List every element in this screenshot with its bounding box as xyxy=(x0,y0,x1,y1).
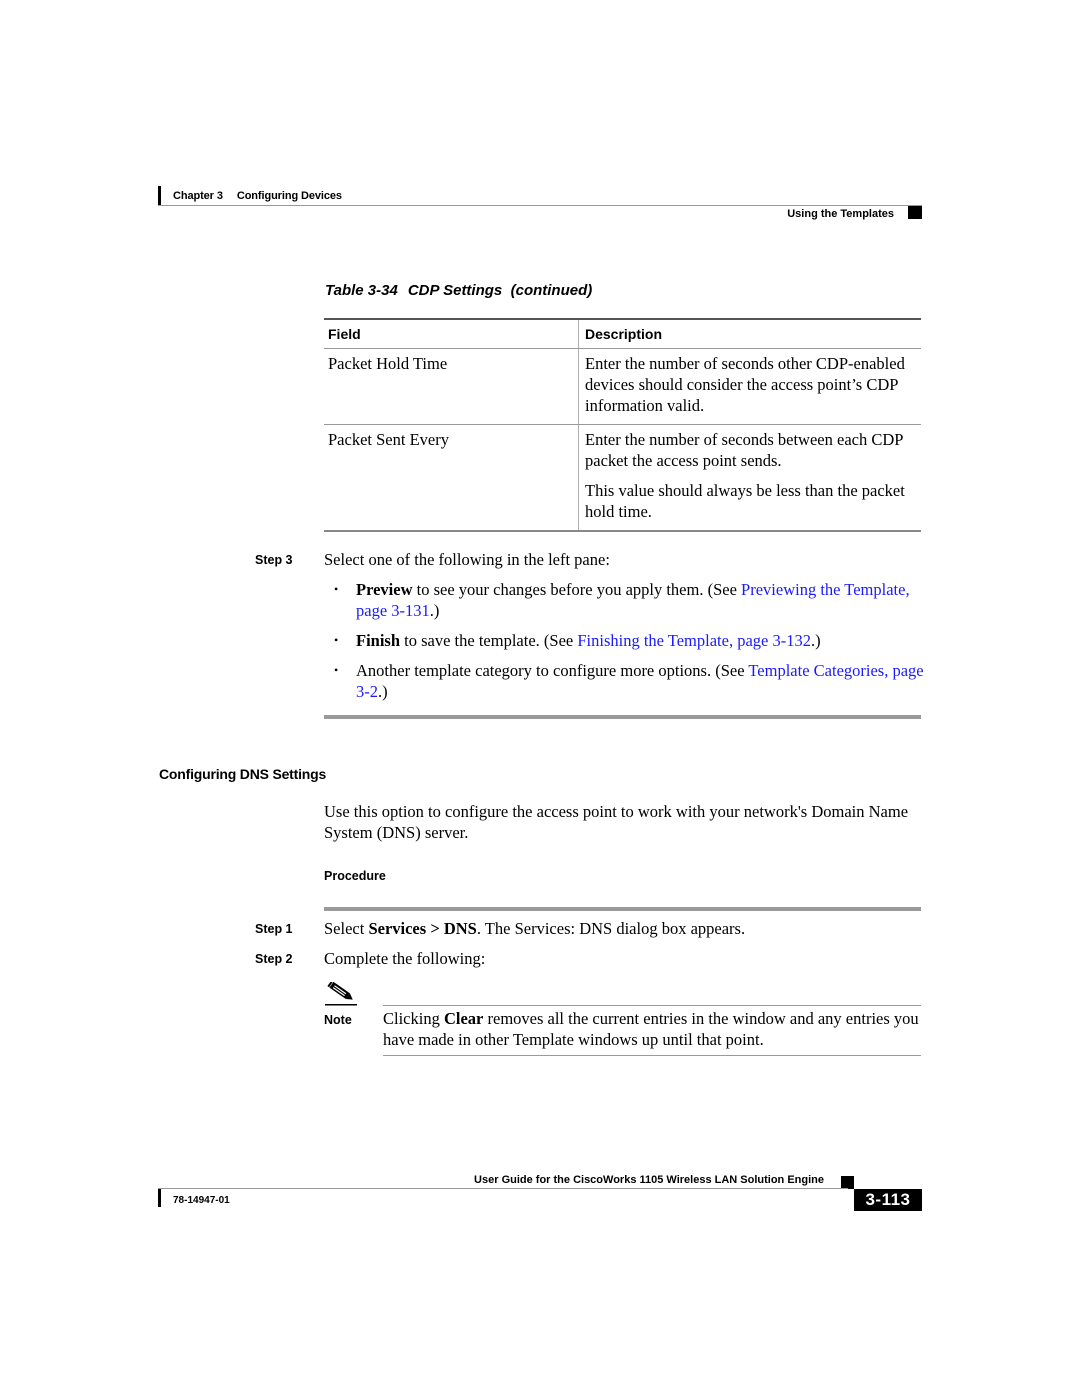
chapter-title: Configuring Devices xyxy=(236,190,342,202)
header-bar xyxy=(158,186,161,205)
guide-title: User Guide for the CiscoWorks 1105 Wirel… xyxy=(474,1174,824,1186)
footer-bar xyxy=(158,1189,161,1207)
chapter-label: Chapter 3 xyxy=(173,190,223,202)
note-label: Note xyxy=(324,1013,352,1027)
step-1-label: Step 1 xyxy=(255,922,293,936)
table-header-row: Field Description xyxy=(324,318,921,349)
menu-dns: DNS xyxy=(443,919,477,938)
step-3-label: Step 3 xyxy=(255,553,293,567)
menu-separator: > xyxy=(426,919,444,938)
step-2-text: Complete the following: xyxy=(324,949,486,968)
option-another-category: • Another template category to configure… xyxy=(334,660,924,702)
pencil-note-icon xyxy=(325,982,357,1006)
clear-keyword: Clear xyxy=(443,1009,484,1028)
step-2-label: Step 2 xyxy=(255,952,293,966)
bullet-icon: • xyxy=(334,633,339,647)
description-cell: Enter the number of seconds other CDP-en… xyxy=(578,348,921,425)
description-paragraph: Enter the number of seconds other CDP-en… xyxy=(585,354,905,415)
note-text-part: Clicking xyxy=(383,1009,444,1028)
description-cell: Enter the number of seconds between each… xyxy=(578,424,921,532)
option-keyword: Finish xyxy=(356,631,401,650)
header-marker xyxy=(908,206,922,219)
bullet-icon: • xyxy=(334,663,339,677)
option-finish: • Finish to save the template. (See Fini… xyxy=(334,630,924,651)
option-keyword: Preview xyxy=(356,580,413,599)
procedure-heading: Procedure xyxy=(324,869,386,883)
option-text-end: .) xyxy=(378,682,388,701)
chapter-heading: Chapter 3 Configuring Devices xyxy=(173,190,342,202)
field-cell: Packet Hold Time xyxy=(324,348,579,425)
table-title: CDP Settings (continued) xyxy=(407,282,593,299)
table-number: Table 3-34 xyxy=(325,282,398,299)
step-1-text: Select Services > DNS. The Services: DNS… xyxy=(324,918,745,939)
option-text-end: .) xyxy=(810,631,821,650)
note-text: Clicking Clear removes all the current e… xyxy=(383,1008,923,1050)
section-title: Using the Templates xyxy=(787,208,894,220)
table-row: Packet Hold Time Enter the number of sec… xyxy=(324,348,921,425)
step-text-part: Select xyxy=(324,919,369,938)
procedure-start-rule xyxy=(324,907,921,911)
description-paragraph: Enter the number of seconds between each… xyxy=(585,430,903,470)
column-header-field: Field xyxy=(324,318,579,349)
table-caption: Table 3-34 CDP Settings (continued) xyxy=(325,282,592,299)
bullet-icon: • xyxy=(334,582,339,596)
option-text: to save the template. (See xyxy=(400,631,578,650)
step-3-text: Select one of the following in the left … xyxy=(324,550,610,569)
option-text: to see your changes before you apply the… xyxy=(412,580,742,599)
cdp-settings-table: Field Description Packet Hold Time Enter… xyxy=(324,318,921,532)
header-rule xyxy=(158,205,922,206)
document-number: 78-14947-01 xyxy=(173,1195,230,1206)
section-intro: Use this option to configure the access … xyxy=(324,802,909,842)
option-text-end: .) xyxy=(429,601,440,620)
step-text-part: . The Services: DNS dialog box appears. xyxy=(476,919,746,938)
note-rule-top xyxy=(383,1005,921,1006)
option-text: Another template category to configure m… xyxy=(356,661,749,680)
note-rule-bottom xyxy=(383,1055,921,1056)
menu-services: Services xyxy=(368,919,427,938)
section-heading: Configuring DNS Settings xyxy=(159,766,327,782)
footer-rule xyxy=(158,1188,848,1189)
procedure-end-rule xyxy=(324,715,921,719)
description-paragraph: This value should always be less than th… xyxy=(585,481,905,521)
table-row: Packet Sent Every Enter the number of se… xyxy=(324,424,921,532)
field-cell: Packet Sent Every xyxy=(324,424,579,532)
column-header-description: Description xyxy=(578,318,921,349)
step-3-options: • Preview to see your changes before you… xyxy=(334,579,924,711)
page-number: 3-113 xyxy=(854,1189,922,1211)
option-preview: • Preview to see your changes before you… xyxy=(334,579,924,621)
link-finishing-template[interactable]: Finishing the Template, page 3-132 xyxy=(577,631,811,650)
